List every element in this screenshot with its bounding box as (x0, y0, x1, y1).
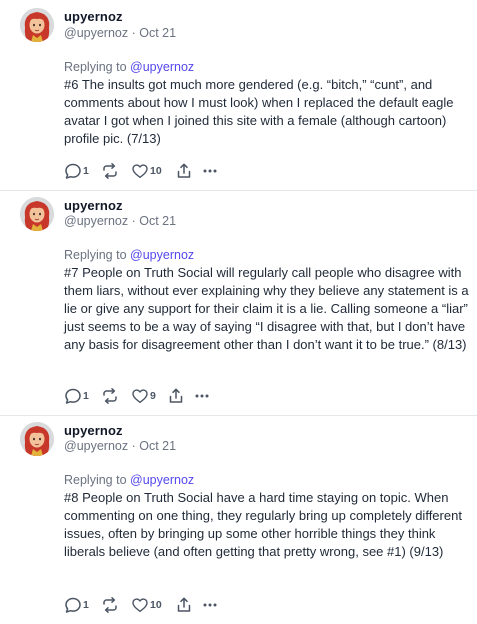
heart-icon (131, 162, 149, 180)
retruth-button[interactable] (101, 596, 131, 614)
share-icon (175, 596, 193, 614)
retruth-icon (101, 162, 119, 180)
author-handle[interactable]: @upyernoz (64, 214, 128, 228)
post[interactable]: upyernoz @upyernoz · Oct 21 Replying to … (0, 416, 477, 624)
reply-mention-link[interactable]: @upyernoz (130, 473, 194, 487)
more-icon (201, 596, 219, 614)
replying-label: Replying to (64, 60, 127, 74)
reply-icon (64, 596, 82, 614)
post-date[interactable]: Oct 21 (139, 439, 176, 453)
replying-to: Replying to @upyernoz (64, 473, 194, 487)
heart-icon (131, 387, 149, 405)
reply-button[interactable]: 1 (64, 596, 101, 614)
post-text: #6 The insults got much more gendered (e… (64, 77, 454, 146)
post-actions: 1 10 (64, 161, 221, 181)
retruth-icon (101, 596, 119, 614)
post-text: #8 People on Truth Social have a hard ti… (64, 490, 462, 559)
post-date[interactable]: Oct 21 (139, 26, 176, 40)
reply-icon (64, 387, 82, 405)
post-actions: 1 10 (64, 595, 221, 615)
author-name[interactable]: upyernoz (64, 198, 123, 213)
more-icon (193, 387, 211, 405)
author-handle[interactable]: @upyernoz (64, 26, 128, 40)
author-name[interactable]: upyernoz (64, 423, 123, 438)
reply-count: 1 (83, 165, 89, 177)
reply-mention-link[interactable]: @upyernoz (130, 248, 194, 262)
avatar[interactable] (20, 197, 54, 231)
post-meta: @upyernoz · Oct 21 (64, 26, 176, 40)
like-button[interactable]: 10 (131, 596, 175, 614)
share-button[interactable] (175, 596, 201, 614)
like-button[interactable]: 10 (131, 162, 175, 180)
author-handle[interactable]: @upyernoz (64, 439, 128, 453)
reply-button[interactable]: 1 (64, 387, 101, 405)
reply-button[interactable]: 1 (64, 162, 101, 180)
post-meta: @upyernoz · Oct 21 (64, 214, 176, 228)
post-actions: 1 9 (64, 386, 213, 406)
more-button[interactable] (201, 162, 221, 180)
replying-to: Replying to @upyernoz (64, 248, 194, 262)
heart-icon (131, 596, 149, 614)
reply-count: 1 (83, 599, 89, 611)
more-button[interactable] (201, 596, 221, 614)
reply-mention-link[interactable]: @upyernoz (130, 60, 194, 74)
retruth-button[interactable] (101, 387, 131, 405)
like-count: 10 (150, 165, 162, 177)
avatar[interactable] (20, 8, 54, 42)
like-count: 10 (150, 599, 162, 611)
more-icon (201, 162, 219, 180)
post[interactable]: upyernoz @upyernoz · Oct 21 Replying to … (0, 191, 477, 415)
retruth-icon (101, 387, 119, 405)
share-button[interactable] (175, 162, 201, 180)
reply-count: 1 (83, 390, 89, 402)
author-name[interactable]: upyernoz (64, 9, 123, 24)
post-date[interactable]: Oct 21 (139, 214, 176, 228)
replying-label: Replying to (64, 248, 127, 262)
replying-label: Replying to (64, 473, 127, 487)
more-button[interactable] (193, 387, 213, 405)
like-button[interactable]: 9 (131, 387, 167, 405)
retruth-button[interactable] (101, 162, 131, 180)
share-button[interactable] (167, 387, 193, 405)
reply-icon (64, 162, 82, 180)
post-meta: @upyernoz · Oct 21 (64, 439, 176, 453)
avatar[interactable] (20, 422, 54, 456)
post[interactable]: upyernoz @upyernoz · Oct 21 Replying to … (0, 0, 477, 190)
post-text: #7 People on Truth Social will regularly… (64, 265, 469, 352)
share-icon (167, 387, 185, 405)
like-count: 9 (150, 390, 156, 402)
share-icon (175, 162, 193, 180)
replying-to: Replying to @upyernoz (64, 60, 194, 74)
